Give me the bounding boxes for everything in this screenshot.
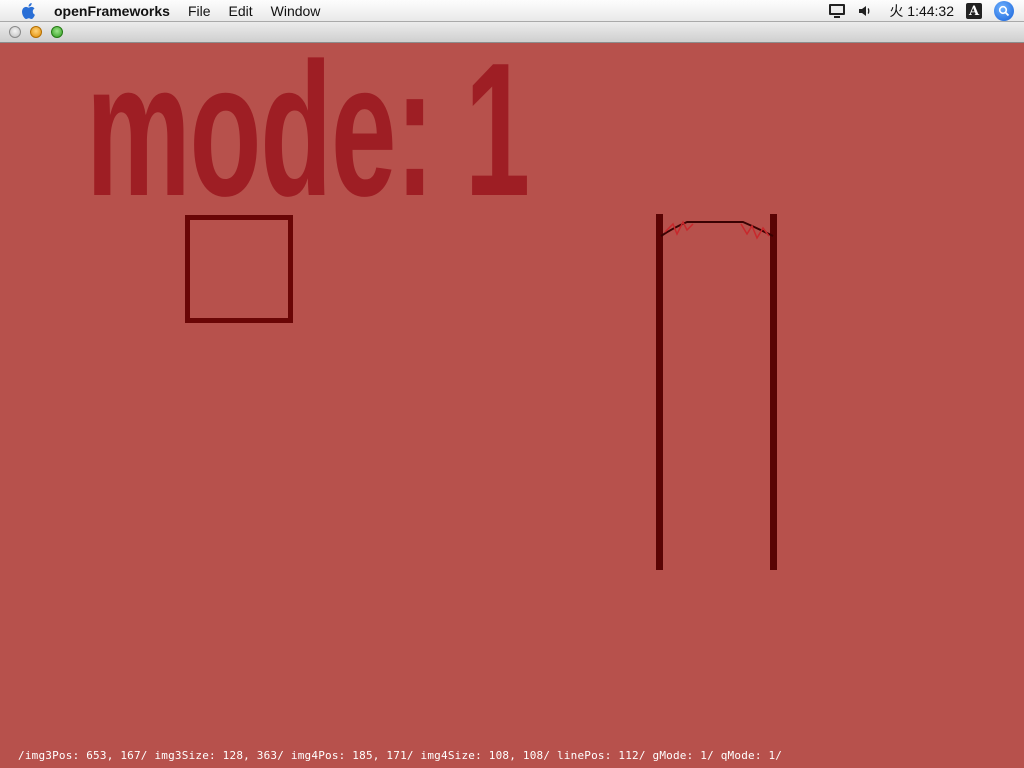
right-post xyxy=(770,214,777,570)
zoom-window-button[interactable] xyxy=(51,26,63,38)
file-menu[interactable]: File xyxy=(188,3,211,19)
apple-menu-icon[interactable] xyxy=(20,2,38,20)
square-outline xyxy=(185,215,293,323)
window-titlebar[interactable] xyxy=(0,22,1024,43)
left-post xyxy=(656,214,663,570)
line-figure xyxy=(656,214,777,570)
mode-label: mode: 1 xyxy=(86,43,530,236)
menu-extras: 火 1:44:32 A xyxy=(827,0,1024,22)
volume-icon[interactable] xyxy=(855,2,875,20)
edit-menu[interactable]: Edit xyxy=(229,3,253,19)
left-sparkle xyxy=(664,220,694,236)
debug-status-line: /img3Pos: 653, 167/ img3Size: 128, 363/ … xyxy=(18,749,783,762)
app-canvas[interactable]: mode: 1 /img3Pos: 653, 167/ img3Size: 12… xyxy=(0,43,1024,768)
minimize-window-button[interactable] xyxy=(30,26,42,38)
window-menu[interactable]: Window xyxy=(271,3,321,19)
spotlight-search-icon[interactable] xyxy=(994,1,1014,21)
menu-clock[interactable]: 火 1:44:32 xyxy=(889,1,954,21)
right-sparkle xyxy=(740,223,770,240)
input-menu-icon[interactable]: A xyxy=(966,3,982,19)
menu-bar: openFrameworks File Edit Window 火 1:44:3… xyxy=(0,0,1024,22)
display-icon[interactable] xyxy=(827,2,847,20)
close-window-button[interactable] xyxy=(9,26,21,38)
app-menu[interactable]: openFrameworks xyxy=(54,3,170,19)
